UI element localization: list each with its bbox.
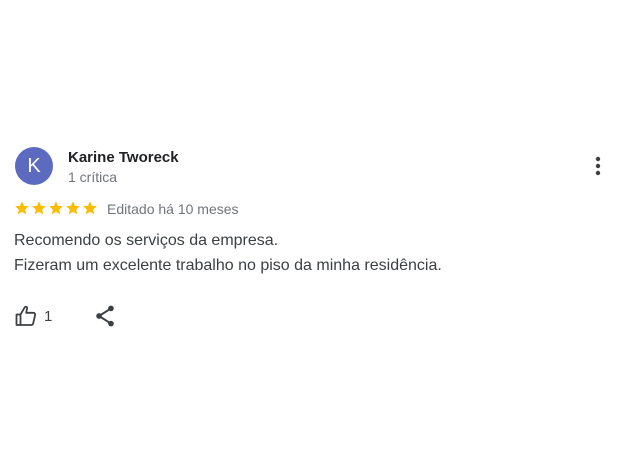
review-actions: 1 [14,303,610,333]
more-vert-icon [595,156,601,176]
review-card: K Karine Tworeck 1 crítica Editado há 10… [14,146,610,333]
review-text-line: Fizeram um excelente trabalho no piso da… [14,257,442,274]
share-icon [96,305,114,327]
star-icon [32,201,46,215]
author-review-count: 1 crítica [68,169,118,185]
star-rating [14,200,98,218]
star-icon [15,201,29,215]
like-button[interactable]: 1 [14,303,52,329]
review-header: K Karine Tworeck 1 crítica [14,146,610,186]
rating-row: Editado há 10 meses [14,200,610,222]
more-options-button[interactable] [586,154,610,178]
avatar[interactable]: K [15,147,53,185]
star-icon [66,201,80,215]
edited-date: Editado há 10 meses [107,201,239,217]
like-count: 1 [44,307,53,325]
thumbs-up-icon [15,305,37,326]
review-text: Recomendo os serviços da empresa. Fizera… [14,228,610,278]
review-text-line: Recomendo os serviços da empresa. [14,232,279,249]
author-name[interactable]: Karine Tworeck [68,149,179,166]
share-button[interactable] [92,303,118,329]
star-icon [83,201,97,215]
star-icon [49,201,63,215]
